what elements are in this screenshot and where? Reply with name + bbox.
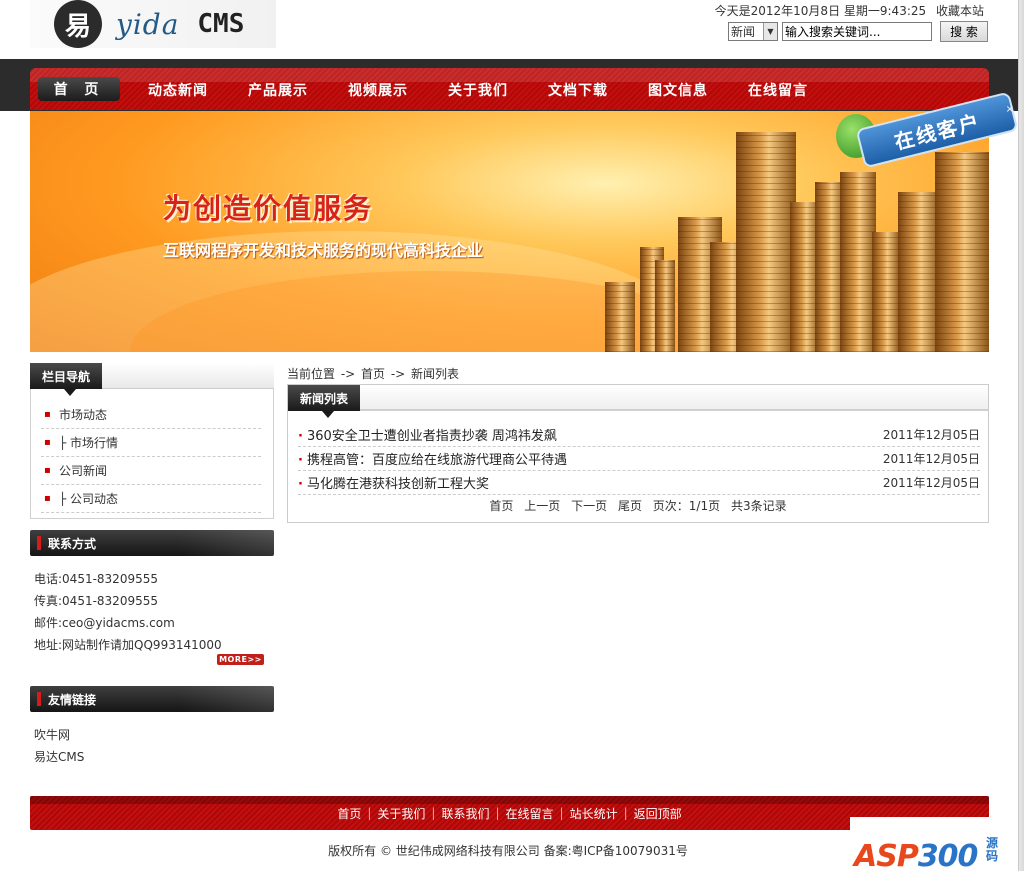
news-item[interactable]: 360安全卫士遭创业者指责抄袭 周鸿祎发飙 2011年12月05日 [298,423,980,447]
sidebar-item-company-news[interactable]: ▪ 公司新闻 [41,457,261,485]
news-date: 2011年12月05日 [882,452,980,466]
pager-last[interactable]: 尾页 [618,499,642,513]
watermark-text: ASP300 [854,839,978,871]
banner-subline: 互联网程序开发和技术服务的现代高科技企业 [163,241,484,260]
date-time-text: 今天是2012年10月8日 星期一9:43:25 [714,4,927,18]
search-category-select[interactable]: 新闻 ▼ [728,22,778,41]
contact-email: 邮件:ceo@yidacms.com [34,616,175,630]
category-nav-box: 栏目导航 ▪ 市场动态 ▪ ├ 市场行情 ▪ 公司新闻 ▪ ├ 公司动态 [30,363,274,519]
friend-link[interactable]: 易达CMS [34,746,84,768]
pager-page-info: 页次：1/1页 [652,499,721,513]
nav-item-downloads[interactable]: 文档下载 [548,80,608,100]
news-title[interactable]: 马化腾在港获科技创新工程大奖 [298,473,489,492]
news-date: 2011年12月05日 [882,476,980,490]
contact-phone: 电话:0451-83209555 [34,572,158,586]
category-nav-list: ▪ 市场动态 ▪ ├ 市场行情 ▪ 公司新闻 ▪ ├ 公司动态 [41,401,261,513]
footer-nav: 首页 | 关于我们 | 联系我们 | 在线留言 | 站长统计 | 返回顶部 [30,796,989,830]
dropdown-arrow-icon[interactable]: ▼ [763,23,777,40]
bullet-icon: ▪ [44,437,51,448]
bullet-icon: ▪ [44,493,51,504]
friend-links-list: 吹牛网 易达CMS [34,724,84,768]
contact-section-title: 联系方式 [30,530,274,556]
banner-headline: 为创造价值服务 [163,192,374,225]
contact-info: 电话:0451-83209555 传真:0451-83209555 邮件:ceo… [34,568,222,656]
news-list-header: 新闻列表 [288,385,988,418]
sidebar-item-company-updates[interactable]: ▪ ├ 公司动态 [41,485,261,513]
online-service-badge[interactable]: 在线客户 × [832,91,1019,169]
nav-item-home[interactable]: 首 页 [38,77,120,101]
sidebar-item-market-quotes[interactable]: ▪ ├ 市场行情 [41,429,261,457]
nav-item-about[interactable]: 关于我们 [448,80,508,100]
footer-link-top[interactable]: 返回顶部 [628,805,688,822]
pager-next[interactable]: 下一页 [571,499,607,513]
footer-link-home[interactable]: 首页 [331,805,367,822]
news-list-box: 新闻列表 360安全卫士遭创业者指责抄袭 周鸿祎发飙 2011年12月05日 携… [287,384,989,523]
search-category-value: 新闻 [731,25,756,39]
site-logo[interactable]: 易 yida CMS [30,0,276,48]
logo-text: yida [116,7,180,41]
news-title[interactable]: 携程高管：百度应给在线旅游代理商公平待遇 [298,449,567,468]
nav-item-videos[interactable]: 视频展示 [348,80,408,100]
more-button[interactable]: MORE>> [217,654,264,665]
footer-link-guestbook[interactable]: 在线留言 [500,805,560,822]
contact-address: 地址:网站制作请加QQ993141000 [34,638,222,652]
news-item[interactable]: 马化腾在港获科技创新工程大奖 2011年12月05日 [298,471,980,495]
friend-links-title: 友情链接 [30,686,274,712]
pager-count: 共3条记录 [730,499,787,513]
bullet-icon: ▪ [44,465,51,476]
sidebar-item-market-news[interactable]: ▪ 市场动态 [41,401,261,429]
news-date: 2011年12月05日 [882,428,980,442]
logo-cms-text: CMS [197,9,245,39]
friend-link[interactable]: 吹牛网 [34,724,84,746]
contact-fax: 传真:0451-83209555 [34,594,158,608]
news-item[interactable]: 携程高管：百度应给在线旅游代理商公平待遇 2011年12月05日 [298,447,980,471]
close-icon[interactable]: × [1006,104,1014,115]
nav-item-products[interactable]: 产品展示 [248,80,308,100]
bullet-icon: ▪ [44,409,51,420]
pager-prev[interactable]: 上一页 [524,499,560,513]
news-list: 360安全卫士遭创业者指责抄袭 周鸿祎发飙 2011年12月05日 携程高管：百… [298,423,980,495]
scrollbar[interactable] [1018,0,1024,871]
nav-item-guestbook[interactable]: 在线留言 [748,80,808,100]
logo-emblem-icon: 易 [54,0,102,48]
footer-link-stats[interactable]: 站长统计 [564,805,624,822]
bookmark-link[interactable]: 收藏本站 [936,4,984,18]
news-title[interactable]: 360安全卫士遭创业者指责抄袭 周鸿祎发飙 [298,425,557,444]
asp300-watermark-logo: ASP300 源码 [850,817,1018,871]
nav-item-news[interactable]: 动态新闻 [148,80,208,100]
search-button[interactable]: 搜 索 [940,21,988,42]
nav-item-gallery[interactable]: 图文信息 [648,80,708,100]
pagination: 首页 上一页 下一页 尾页 页次：1/1页 共3条记录 [288,497,988,514]
footer-link-about[interactable]: 关于我们 [371,805,431,822]
top-info: 今天是2012年10月8日 星期一9:43:25 收藏本站 [715,2,984,19]
category-nav-title: 栏目导航 [30,363,103,396]
pager-first[interactable]: 首页 [489,499,513,513]
search-bar: 新闻 ▼ 搜 索 [728,21,988,42]
search-input[interactable] [782,22,932,41]
watermark-cn-text: 源码 [986,836,999,863]
online-service-label: 在线客户 [855,91,1019,169]
category-nav-header: 栏目导航 [30,363,274,396]
breadcrumb: 当前位置 -> 首页 -> 新闻列表 [287,367,460,381]
footer-link-contact[interactable]: 联系我们 [435,805,495,822]
news-list-title: 新闻列表 [288,385,361,418]
